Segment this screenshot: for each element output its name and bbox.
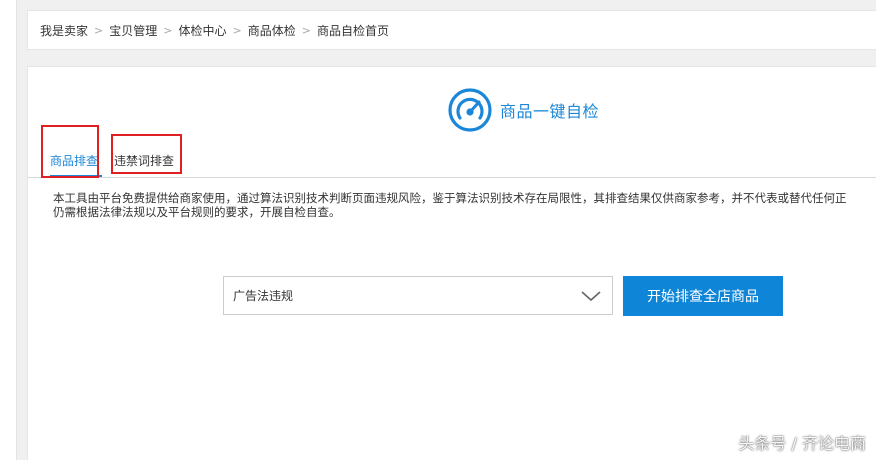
tab-banned-word-check[interactable]: 违禁词排查 (114, 151, 184, 177)
left-sidebar-strip (0, 0, 17, 460)
chevron-down-icon[interactable] (580, 287, 602, 305)
breadcrumb-item-checkup-center[interactable]: 体检中心 (178, 22, 226, 39)
violation-type-select[interactable]: 广告法违规 (223, 276, 613, 315)
breadcrumb: 我是卖家 > 宝贝管理 > 体检中心 > 商品体检 > 商品自检首页 (27, 10, 876, 50)
breadcrumb-separator: > (232, 23, 242, 37)
breadcrumb-separator: > (301, 23, 311, 37)
breadcrumb-item-product-checkup[interactable]: 商品体检 (248, 22, 296, 39)
breadcrumb-item-self-check-home: 商品自检首页 (316, 23, 389, 38)
select-value: 广告法违规 (233, 289, 294, 303)
breadcrumb-separator: > (163, 23, 173, 37)
breadcrumb-item-seller[interactable]: 我是卖家 (40, 22, 88, 39)
breadcrumb-item-item-management[interactable]: 宝贝管理 (109, 22, 157, 39)
start-scan-all-products-button[interactable]: 开始排查全店商品 (623, 276, 783, 316)
tab-bar: 商品排查 违禁词排查 (28, 151, 876, 178)
page-title: 商品一键自检 (500, 102, 600, 121)
notice-line-1: 本工具由平台免费提供给商家使用，通过算法识别技术判断页面违规风险，鉴于算法识别技… (53, 191, 847, 205)
watermark-text: 头条号 / 齐论电商 (738, 434, 866, 453)
notice-line-2: 仍需根据法律法规以及平台规则的要求，开展自检自查。 (53, 205, 341, 219)
tab-product-check[interactable]: 商品排查 (50, 151, 102, 177)
radar-gauge-icon (448, 88, 492, 132)
main-panel: 商品一键自检 商品排查 违禁词排查 本工具由平台免费提供给商家使用，通过算法识别… (27, 66, 876, 460)
hero-header: 商品一键自检 (448, 87, 599, 133)
disclaimer-notice: 本工具由平台免费提供给商家使用，通过算法识别技术判断页面违规风险，鉴于算法识别技… (53, 191, 876, 219)
breadcrumb-separator: > (94, 23, 104, 37)
